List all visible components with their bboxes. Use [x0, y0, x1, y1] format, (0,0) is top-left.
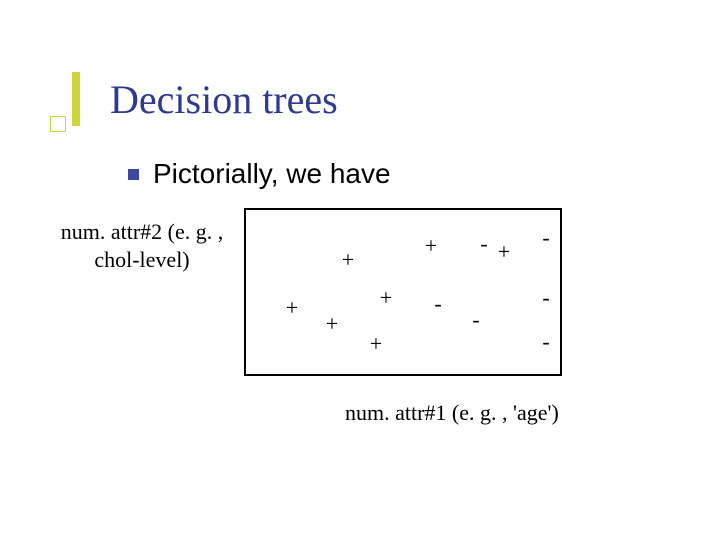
- y-axis-label: num. attr#2 (e. g. , chol-level): [52, 218, 232, 273]
- bullet-row: Pictorially, we have: [128, 158, 391, 190]
- minus-marker: -: [542, 287, 549, 309]
- plus-marker: +: [498, 241, 510, 263]
- minus-marker: -: [480, 233, 487, 255]
- plus-marker: +: [286, 297, 298, 319]
- minus-marker: -: [542, 331, 549, 353]
- plus-marker: +: [370, 333, 382, 355]
- square-bullet-icon: [128, 169, 139, 180]
- plus-marker: +: [326, 313, 338, 335]
- minus-marker: -: [542, 227, 549, 249]
- bullet-text: Pictorially, we have: [153, 158, 391, 190]
- minus-marker: -: [472, 309, 479, 331]
- title-accent-bar: [72, 72, 80, 126]
- slide-title: Decision trees: [110, 76, 338, 123]
- slide: Decision trees Pictorially, we have num.…: [0, 0, 720, 540]
- plus-marker: +: [342, 249, 354, 271]
- x-axis-label: num. attr#1 (e. g. , 'age'): [345, 400, 559, 426]
- plus-marker: +: [425, 235, 437, 257]
- minus-marker: -: [434, 293, 441, 315]
- scatter-plot: +++++++------: [244, 208, 562, 376]
- title-accent-box: [50, 116, 66, 132]
- plus-marker: +: [380, 287, 392, 309]
